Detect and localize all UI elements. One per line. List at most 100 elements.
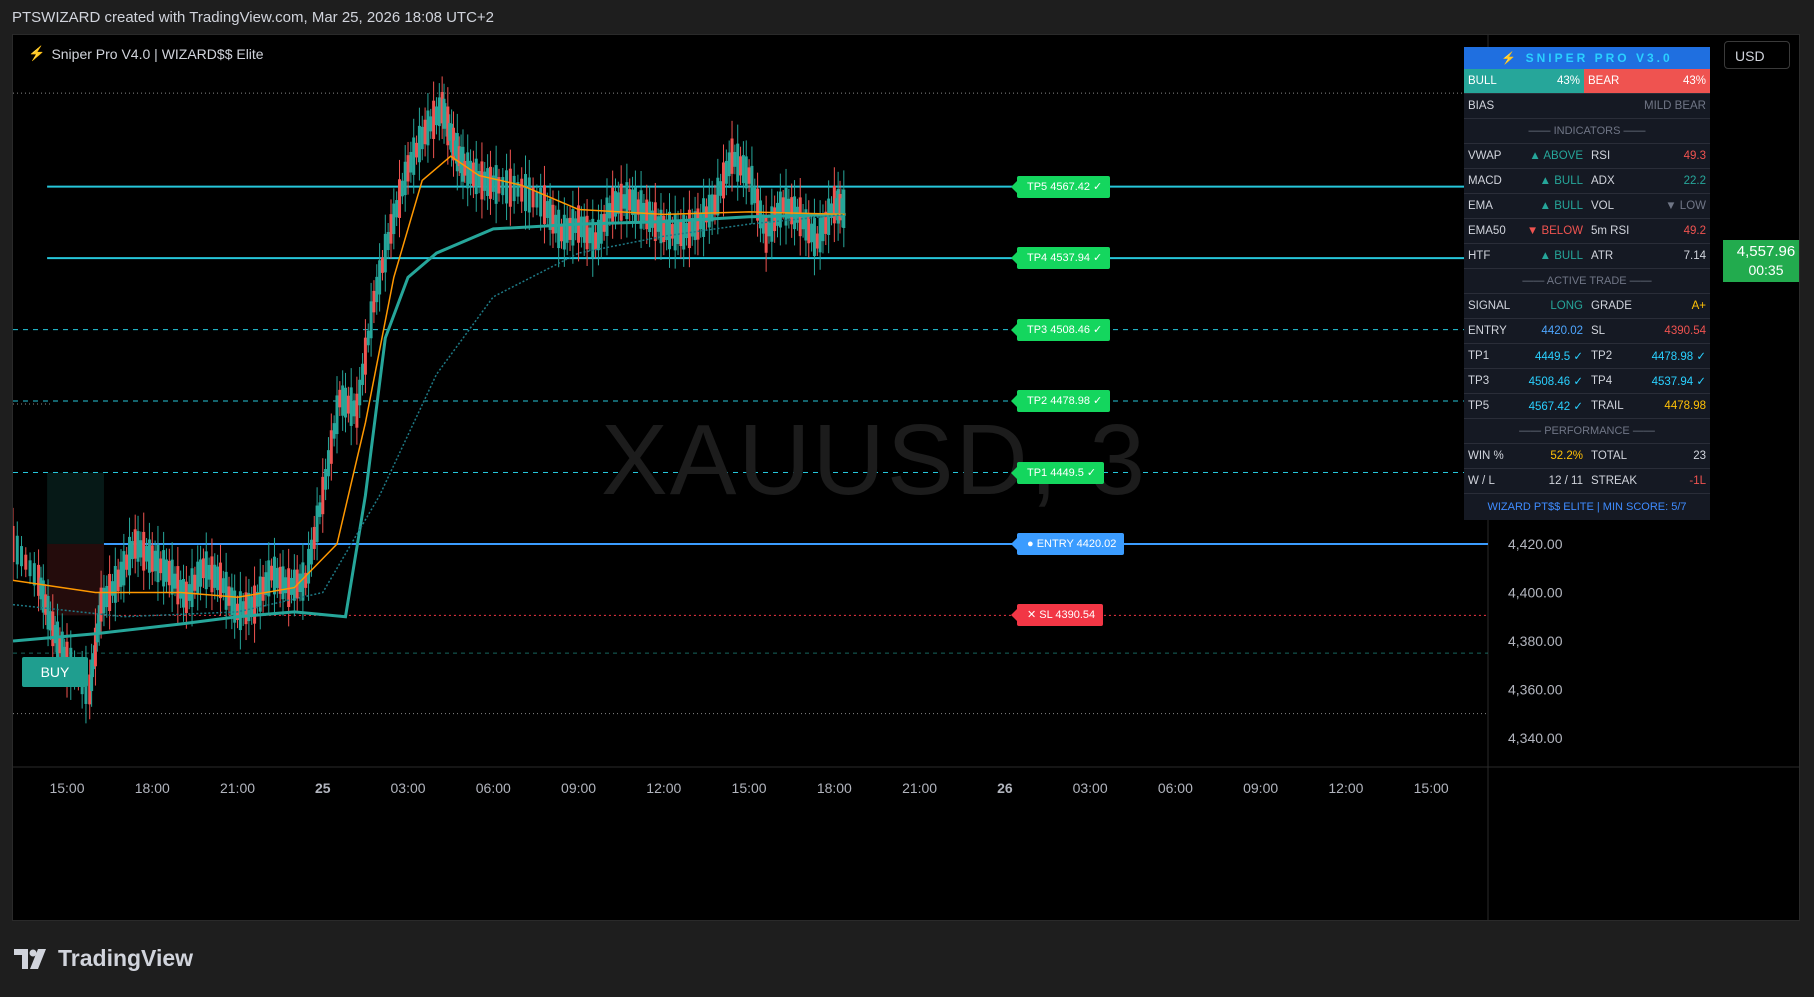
trade-label-tp4: TP4 4537.94 ✓ (1010, 247, 1111, 270)
bull-label: BULL (1464, 69, 1516, 93)
y-tick-label: 4,400.00 (1508, 584, 1563, 600)
panel-row: W / L 12 / 11 STREAK -1L (1464, 469, 1710, 494)
candle-body (253, 585, 257, 624)
candle-body (429, 116, 433, 132)
chart-area[interactable]: 4,340.00 4,360.00 4,380.00 4,400.00 4,420.00… (12, 34, 1800, 921)
candle-body (764, 214, 768, 253)
panel-cell-value: A+ (1691, 300, 1706, 312)
bias-value: MILD BEAR (1644, 100, 1706, 112)
x-tick-label: 21:00 (902, 780, 937, 796)
indicator-rows: VWAP ▲ ABOVE RSI 49.3 MACD ▲ BULL ADX 22.2 EMA ▲ … (1464, 144, 1710, 269)
candle-body (466, 152, 470, 189)
indicator-title[interactable]: ⚡ Sniper Pro V4.0 | WIZARD$$ Elite (28, 45, 264, 62)
x-tick-label: 12:00 (646, 780, 681, 796)
candle-body (145, 545, 149, 562)
candle-body (815, 233, 819, 249)
candle-body (687, 209, 691, 249)
candle-body (20, 546, 24, 567)
candle-body (179, 579, 183, 599)
panel-cell-label: TP2 (1591, 350, 1613, 362)
x-tick-label: 18:00 (817, 780, 852, 796)
panel-cell-value: 4478.98 ✓ (1651, 351, 1706, 363)
panel-cell-label: 5m RSI (1591, 225, 1630, 237)
x-tick-label: 26 (997, 780, 1013, 796)
panel-footer: WIZARD PT$$ ELITE | MIN SCORE: 5/7 (1464, 494, 1710, 520)
x-tick-label: 09:00 (1243, 780, 1278, 796)
indicators-header: —— INDICATORS —— (1464, 119, 1710, 144)
last-price-tag: 4,557.96 00:35 (1723, 240, 1799, 282)
panel-row: ENTRY 4420.02 SL 4390.54 (1464, 319, 1710, 344)
panel-row: TP3 4508.46 ✓ TP4 4537.94 ✓ (1464, 369, 1710, 394)
candle-body (619, 183, 623, 221)
panel-cell-label: SIGNAL (1468, 300, 1511, 312)
panel-cell-value: 12 / 11 (1548, 475, 1583, 487)
trade-label-entry: ● ENTRY 4420.02 (1010, 532, 1125, 555)
candle-body (781, 197, 785, 213)
symbol-watermark: XAUUSD, 3 (601, 404, 1147, 516)
candle-body (685, 223, 689, 239)
candle-body (605, 197, 609, 237)
tp-zone (47, 472, 104, 544)
candle-body (15, 535, 19, 565)
candle-body (480, 161, 484, 200)
panel-row: EMA50 ▼ BELOW 5m RSI 49.2 (1464, 219, 1710, 244)
candle-body (338, 389, 342, 408)
bull-bear-row: BULL 43% BEAR 43% (1464, 69, 1710, 94)
panel-cell-label: SL (1591, 325, 1606, 337)
candle-body (807, 214, 811, 244)
candle-body (199, 559, 203, 587)
candle-body (113, 565, 117, 603)
candle-body (321, 476, 325, 515)
candle-body (13, 525, 15, 563)
candle-body (719, 181, 723, 196)
active-trade-header: —— ACTIVE TRADE —— (1464, 269, 1710, 294)
panel-cell-label: EMA (1468, 200, 1493, 212)
candle-body (284, 577, 288, 594)
panel-cell-value: 4508.46 ✓ (1528, 376, 1583, 388)
candle-body (568, 217, 572, 240)
panel-cell-value: 22.2 (1683, 175, 1706, 187)
panel-cell-label: W / L (1468, 475, 1495, 487)
panel-cell-label: MACD (1468, 175, 1502, 187)
panel-cell-value: ▲ BULL (1539, 200, 1583, 212)
candle-body (551, 204, 555, 234)
tradingview-brand: TradingView (58, 945, 194, 971)
candle-body (326, 450, 330, 477)
candle-body (332, 423, 336, 439)
candle-body (512, 175, 516, 202)
currency-button[interactable]: USD (1724, 41, 1790, 69)
x-tick-label: 15:00 (1414, 780, 1449, 796)
x-tick-label: 15:00 (732, 780, 767, 796)
candle-body (542, 185, 546, 225)
tradingview-logo-icon (14, 948, 46, 969)
candle-body (110, 581, 114, 596)
candle-body (395, 200, 399, 218)
bear-label: BEAR (1584, 69, 1652, 93)
trade-label-tp1: TP1 4449.5 ✓ (1010, 461, 1105, 484)
panel-cell-label: STREAK (1591, 475, 1638, 487)
candle-body (524, 174, 528, 212)
panel-cell-value: ▲ BULL (1539, 250, 1583, 262)
candle-body (301, 562, 305, 601)
tradingview-logo[interactable]: TradingView (14, 945, 193, 972)
candle-body (633, 187, 637, 222)
candle-body (588, 227, 592, 244)
candle-body (329, 430, 333, 464)
panel-cell-value: 4420.02 (1541, 325, 1583, 337)
panel-row: HTF ▲ BULL ATR 7.14 (1464, 244, 1710, 269)
panel-cell-label: WIN % (1468, 450, 1504, 462)
bull-pct: 43% (1516, 69, 1584, 93)
candle-body (176, 566, 180, 605)
panel-cell-value: LONG (1550, 300, 1583, 312)
panel-cell-label: TP5 (1468, 400, 1490, 412)
candle-body (389, 214, 393, 244)
candle-body (557, 209, 561, 249)
panel-cell-label: ATR (1591, 250, 1614, 262)
candle-body (349, 387, 353, 426)
y-tick-label: 4,340.00 (1508, 730, 1563, 746)
candle-body (213, 564, 217, 588)
x-tick-label: 03:00 (391, 780, 426, 796)
candle-body (585, 215, 589, 250)
candle-body (375, 276, 379, 303)
candle-body (582, 216, 586, 243)
